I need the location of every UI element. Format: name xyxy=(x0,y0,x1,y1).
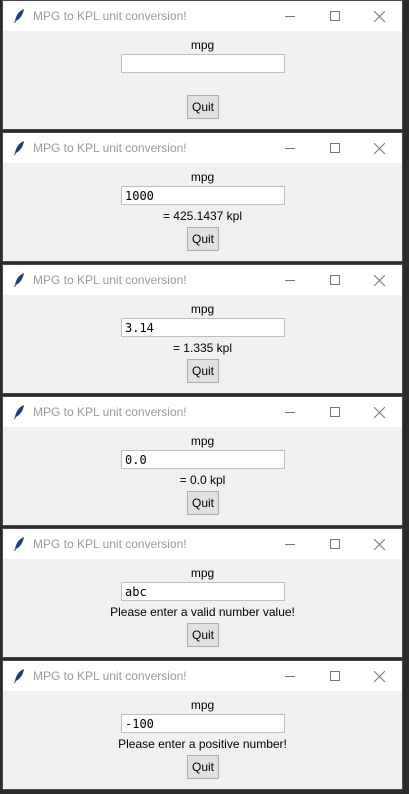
maximize-button[interactable] xyxy=(323,665,347,687)
result-label: Please enter a valid number value! xyxy=(110,605,295,619)
quit-button[interactable]: Quit xyxy=(187,623,219,647)
maximize-button[interactable] xyxy=(323,5,347,27)
title-bar[interactable]: MPG to KPL unit conversion! xyxy=(3,1,402,31)
minimize-icon xyxy=(285,412,295,413)
maximize-button[interactable] xyxy=(323,533,347,555)
mpg-label: mpg xyxy=(190,38,215,52)
minimize-button[interactable] xyxy=(278,533,302,555)
close-icon xyxy=(373,670,385,682)
title-bar[interactable]: MPG to KPL unit conversion! xyxy=(3,529,402,559)
window-title: MPG to KPL unit conversion! xyxy=(33,537,187,551)
minimize-icon xyxy=(285,280,295,281)
close-icon xyxy=(373,10,385,22)
maximize-button[interactable] xyxy=(323,401,347,423)
close-button[interactable] xyxy=(367,533,391,555)
minimize-icon xyxy=(285,544,295,545)
minimize-button[interactable] xyxy=(278,5,302,27)
maximize-button[interactable] xyxy=(323,269,347,291)
minimize-icon xyxy=(285,148,295,149)
window-3: MPG to KPL unit conversion! mpg = 1.335 … xyxy=(2,264,403,394)
window-6: MPG to KPL unit conversion! mpg Please e… xyxy=(2,660,403,790)
quit-button[interactable]: Quit xyxy=(187,359,219,383)
quit-button[interactable]: Quit xyxy=(187,491,219,515)
mpg-label: mpg xyxy=(190,698,215,712)
mpg-input[interactable] xyxy=(121,714,285,733)
title-bar[interactable]: MPG to KPL unit conversion! xyxy=(3,661,402,691)
maximize-icon xyxy=(330,275,340,285)
minimize-icon xyxy=(285,676,295,677)
mpg-label: mpg xyxy=(190,566,215,580)
feather-icon xyxy=(14,669,24,683)
minimize-icon xyxy=(285,16,295,17)
maximize-icon xyxy=(330,407,340,417)
feather-icon xyxy=(14,537,24,551)
mpg-input[interactable] xyxy=(121,54,285,73)
quit-button[interactable]: Quit xyxy=(187,755,219,779)
close-button[interactable] xyxy=(367,5,391,27)
feather-icon xyxy=(14,273,24,287)
minimize-button[interactable] xyxy=(278,137,302,159)
window-title: MPG to KPL unit conversion! xyxy=(33,9,187,23)
window-title: MPG to KPL unit conversion! xyxy=(33,669,187,683)
maximize-icon xyxy=(330,671,340,681)
close-icon xyxy=(373,274,385,286)
close-button[interactable] xyxy=(367,137,391,159)
window-title: MPG to KPL unit conversion! xyxy=(33,141,187,155)
mpg-input[interactable] xyxy=(121,318,285,337)
close-icon xyxy=(373,538,385,550)
mpg-label: mpg xyxy=(190,434,215,448)
window-title: MPG to KPL unit conversion! xyxy=(33,273,187,287)
title-bar[interactable]: MPG to KPL unit conversion! xyxy=(3,397,402,427)
title-bar[interactable]: MPG to KPL unit conversion! xyxy=(3,265,402,295)
result-label: = 425.1437 kpl xyxy=(162,209,243,223)
title-bar[interactable]: MPG to KPL unit conversion! xyxy=(3,133,402,163)
window-title: MPG to KPL unit conversion! xyxy=(33,405,187,419)
result-label: Please enter a positive number! xyxy=(118,737,287,751)
window-2: MPG to KPL unit conversion! mpg = 425.14… xyxy=(2,132,403,262)
maximize-button[interactable] xyxy=(323,137,347,159)
mpg-input[interactable] xyxy=(121,582,285,601)
feather-icon xyxy=(14,141,24,155)
minimize-button[interactable] xyxy=(278,269,302,291)
minimize-button[interactable] xyxy=(278,665,302,687)
quit-button[interactable]: Quit xyxy=(187,95,219,119)
close-button[interactable] xyxy=(367,269,391,291)
feather-icon xyxy=(14,9,24,23)
mpg-label: mpg xyxy=(190,302,215,316)
close-button[interactable] xyxy=(367,401,391,423)
window-1: MPG to KPL unit conversion! mpg Quit xyxy=(2,0,403,130)
mpg-label: mpg xyxy=(190,170,215,184)
maximize-icon xyxy=(330,539,340,549)
feather-icon xyxy=(14,405,24,419)
maximize-icon xyxy=(330,11,340,21)
close-icon xyxy=(373,406,385,418)
mpg-input[interactable] xyxy=(121,450,285,469)
minimize-button[interactable] xyxy=(278,401,302,423)
window-5: MPG to KPL unit conversion! mpg Please e… xyxy=(2,528,403,658)
result-label: = 0.0 kpl xyxy=(179,473,226,487)
window-4: MPG to KPL unit conversion! mpg = 0.0 kp… xyxy=(2,396,403,526)
mpg-input[interactable] xyxy=(121,186,285,205)
result-label: = 1.335 kpl xyxy=(172,341,233,355)
quit-button[interactable]: Quit xyxy=(187,227,219,251)
close-button[interactable] xyxy=(367,665,391,687)
maximize-icon xyxy=(330,143,340,153)
close-icon xyxy=(373,142,385,154)
